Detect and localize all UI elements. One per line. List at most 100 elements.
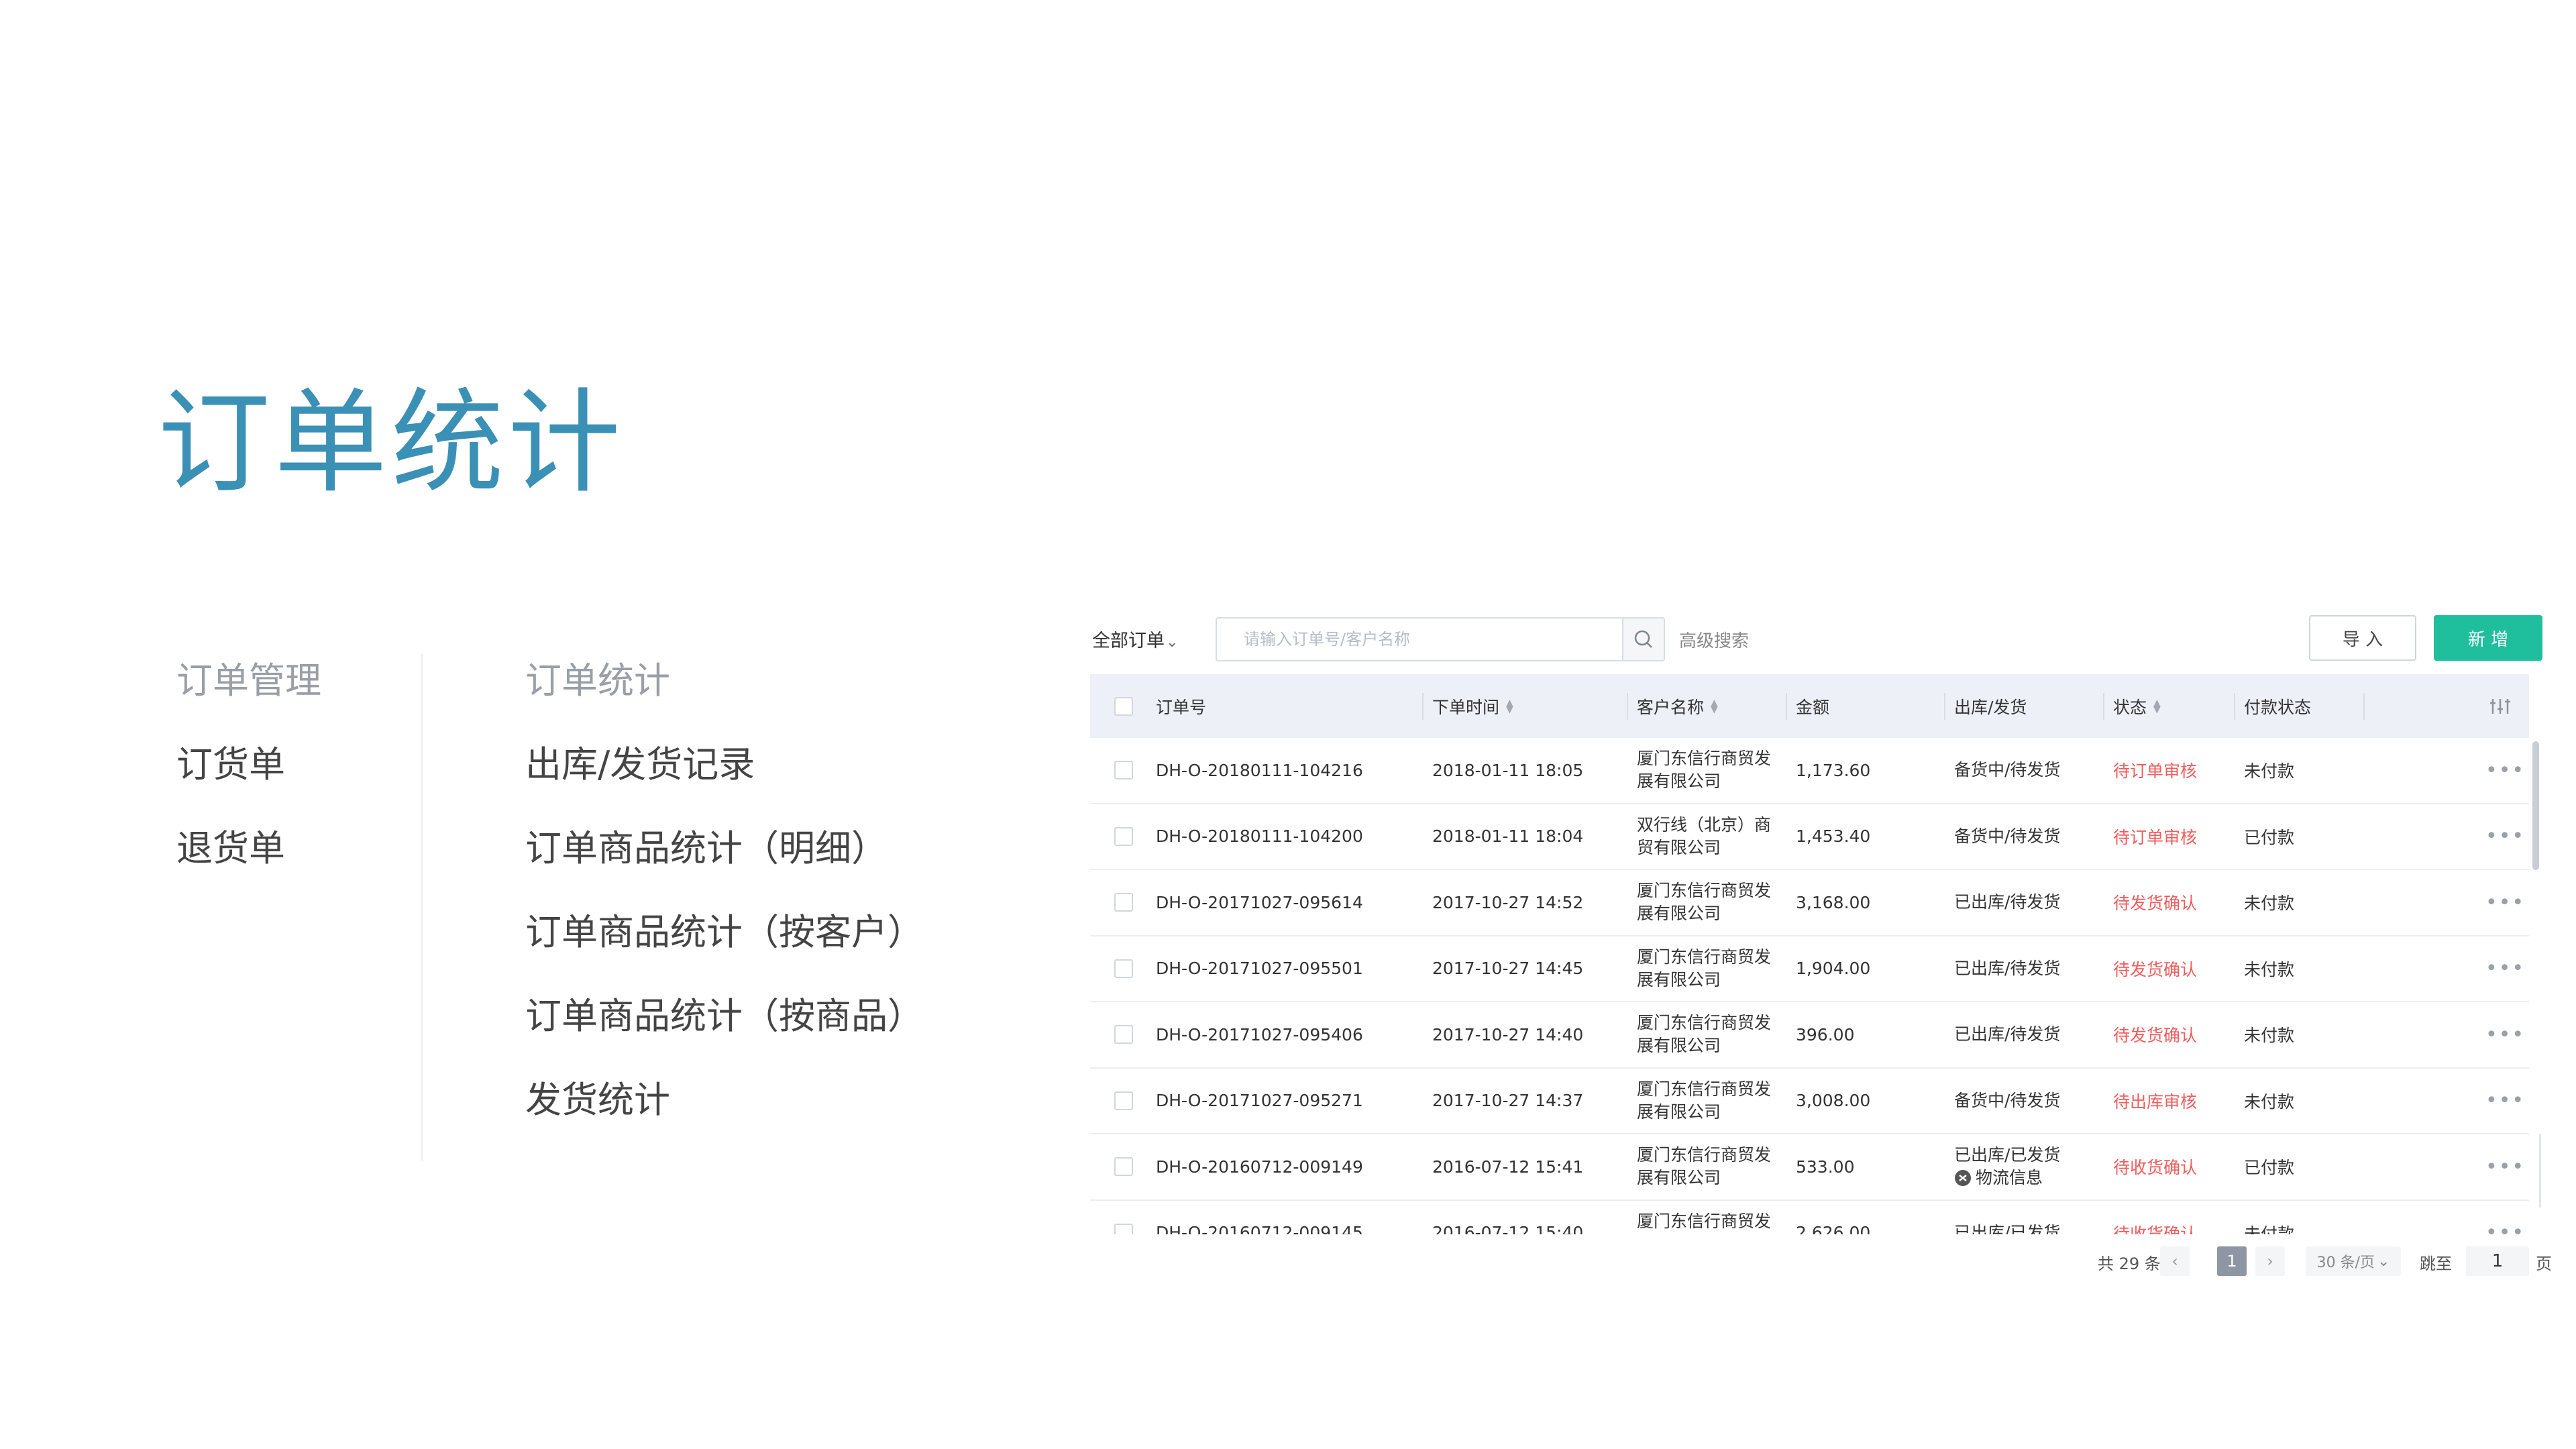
page-size-select[interactable]: 30 条/页 ⌄	[2306, 1246, 2401, 1276]
row-checkbox[interactable]	[1114, 1025, 1133, 1044]
order-time-cell: 2017-10-27 14:37	[1432, 1091, 1584, 1111]
shipping-status: 备货中/待发货	[1954, 1090, 2061, 1110]
nav-item-secondary-2[interactable]: 订单商品统计（明细）	[525, 828, 924, 869]
amount-cell: 1,173.60	[1796, 760, 1871, 780]
chevron-right-icon: ›	[2267, 1252, 2273, 1271]
add-order-button[interactable]: 新 增	[2434, 615, 2542, 661]
row-checkbox[interactable]	[1114, 893, 1133, 912]
order-time-cell: 2018-01-11 18:04	[1432, 826, 1584, 847]
nav-column-primary: 订单管理订货单退货单	[176, 661, 321, 912]
row-checkbox[interactable]	[1114, 1223, 1133, 1234]
customer-cell: 厦门东信行商贸发展有限公司	[1637, 1134, 1781, 1199]
order-filter-dropdown[interactable]: 全部订单⌄	[1092, 626, 1178, 652]
sort-icon[interactable]: ▲ ▼	[1711, 698, 1718, 714]
amount-cell: 3,168.00	[1796, 892, 1871, 912]
advanced-search-link[interactable]: 高级搜索	[1679, 627, 1749, 652]
more-actions-icon[interactable]: •••	[2485, 804, 2525, 869]
order-table: 订单号 下单时间 ▲ ▼ 客户名称 ▲ ▼ 金额 出库/发货 状态 ▲ ▼ 付款状态 DH-…	[1090, 674, 2542, 1234]
column-separator	[1422, 693, 1424, 720]
more-actions-icon[interactable]: •••	[2485, 1201, 2525, 1234]
page-size-label: 30 条/页	[2316, 1254, 2375, 1271]
row-checkbox[interactable]	[1114, 959, 1133, 978]
customer-cell: 厦门东信行商贸发展有限公司	[1637, 870, 1781, 935]
payment-status-cell: 未付款	[2244, 959, 2295, 979]
customer-name: 厦门东信行商贸发展有限公司	[1637, 947, 1772, 989]
search-input[interactable]	[1217, 619, 1619, 660]
row-checkbox[interactable]	[1114, 826, 1133, 846]
shipping-status: 已出库/已发货	[1954, 1145, 2061, 1165]
nav-item-secondary-0[interactable]: 订单统计	[525, 661, 924, 701]
row-select-cell	[1114, 1002, 1133, 1067]
order-no-cell[interactable]: DH-O-20160712-009149	[1156, 1134, 1363, 1199]
scrollbar-thumb[interactable]	[2532, 741, 2539, 870]
nav-item-primary-0[interactable]: 订单管理	[176, 661, 321, 701]
row-select-cell	[1114, 1134, 1133, 1199]
status-badge: 待出库审核	[2113, 1091, 2198, 1112]
customer-cell: 厦门东信行商贸发展有限公司	[1637, 738, 1781, 803]
amount-cell: 533.00	[1796, 1157, 1855, 1177]
customer-name: 厦门东信行商贸发展有限公司	[1637, 1211, 1772, 1234]
table-row[interactable]: DH-O-20180111-104216 2018-01-11 18:05 厦门东信…	[1090, 738, 2529, 804]
column-header-customer[interactable]: 客户名称 ▲ ▼	[1637, 674, 1718, 738]
table-row[interactable]: DH-O-20160712-009145 2016-07-12 15:40 厦门东信…	[1090, 1200, 2529, 1234]
toolbar: 全部订单⌄ 高级搜索 导 入 新 增	[1090, 607, 2542, 667]
nav-item-primary-2[interactable]: 退货单	[176, 828, 321, 869]
more-actions-icon[interactable]: •••	[2485, 936, 2525, 1002]
status-badge: 待订单审核	[2113, 827, 2198, 847]
chevron-left-icon: ‹	[2171, 1252, 2178, 1271]
more-actions-icon[interactable]: •••	[2485, 870, 2525, 935]
table-row[interactable]: DH-O-20171027-095271 2017-10-27 14:37 厦门东信…	[1090, 1068, 2529, 1134]
more-actions-icon[interactable]: •••	[2485, 738, 2525, 803]
row-checkbox[interactable]	[1114, 761, 1133, 780]
prev-page-button[interactable]: ‹	[2160, 1246, 2190, 1276]
column-header-payment: 付款状态	[2244, 697, 2312, 717]
next-page-button[interactable]: ›	[2255, 1246, 2285, 1276]
order-no-cell[interactable]: DH-O-20180111-104200	[1156, 804, 1363, 869]
status-badge: 待发货确认	[2113, 894, 2198, 914]
sort-icon[interactable]: ▲ ▼	[2153, 698, 2161, 714]
table-row[interactable]: DH-O-20171027-095406 2017-10-27 14:40 厦门东信…	[1090, 1002, 2529, 1069]
shipping-status: 备货中/待发货	[1954, 760, 2061, 780]
column-header-status[interactable]: 状态 ▲ ▼	[2113, 674, 2161, 738]
row-checkbox[interactable]	[1114, 1091, 1133, 1110]
page-button-current[interactable]: 1	[2217, 1246, 2247, 1276]
row-select-cell	[1114, 1069, 1133, 1134]
nav-item-primary-1[interactable]: 订货单	[176, 745, 321, 785]
column-separator	[2363, 693, 2365, 720]
nav-item-secondary-1[interactable]: 出库/发货记录	[525, 745, 924, 785]
nav-item-secondary-5[interactable]: 发货统计	[525, 1080, 924, 1120]
order-no-cell[interactable]: DH-O-20171027-095271	[1156, 1069, 1363, 1134]
customer-name: 厦门东信行商贸发展有限公司	[1637, 1145, 1772, 1188]
pagination: 共 29 条 ‹ 1 › 30 条/页⌄ 跳至 页	[1090, 1241, 2552, 1281]
row-select-cell	[1114, 936, 1133, 1002]
order-list-panel: 全部订单⌄ 高级搜索 导 入 新 增 订单号 下单时间▲▼ 客户名称▲▼ 金额 …	[1090, 607, 2552, 1291]
more-actions-icon[interactable]: •••	[2485, 1069, 2525, 1134]
table-row[interactable]: DH-O-20171027-095614 2017-10-27 14:52 厦门东信…	[1090, 870, 2529, 936]
table-header: 订单号 下单时间 ▲ ▼ 客户名称 ▲ ▼ 金额 出库/发货 状态 ▲ ▼ 付款状态	[1090, 674, 2529, 738]
select-all-checkbox[interactable]	[1114, 696, 1133, 716]
nav-item-secondary-4[interactable]: 订单商品统计（按商品）	[525, 996, 924, 1036]
more-actions-icon[interactable]: •••	[2485, 1134, 2525, 1199]
order-no-cell[interactable]: DH-O-20171027-095614	[1156, 870, 1363, 935]
table-row[interactable]: DH-O-20160712-009149 2016-07-12 15:41 厦门东信…	[1090, 1134, 2529, 1201]
order-time-cell: 2017-10-27 14:52	[1432, 892, 1584, 912]
column-separator	[1944, 693, 1945, 720]
table-row[interactable]: DH-O-20171027-095501 2017-10-27 14:45 厦门东信…	[1090, 936, 2529, 1002]
nav-item-secondary-3[interactable]: 订单商品统计（按客户）	[525, 912, 924, 953]
column-header-order-time[interactable]: 下单时间 ▲ ▼	[1432, 674, 1513, 738]
column-settings-button[interactable]	[2489, 674, 2512, 738]
order-no-cell[interactable]: DH-O-20171027-095406	[1156, 1002, 1363, 1067]
order-no-cell[interactable]: DH-O-20160712-009145	[1156, 1201, 1363, 1234]
order-no-cell[interactable]: DH-O-20180111-104216	[1156, 738, 1363, 803]
jump-page-input[interactable]	[2466, 1246, 2529, 1276]
sort-icon[interactable]: ▲ ▼	[1506, 698, 1513, 714]
search-button[interactable]	[1622, 619, 1664, 660]
logistics-info-link[interactable]: 物流信息	[1954, 1167, 2043, 1189]
order-no-cell[interactable]: DH-O-20171027-095501	[1156, 936, 1363, 1002]
select-all-cell	[1114, 674, 1133, 738]
more-actions-icon[interactable]: •••	[2485, 1002, 2525, 1067]
row-checkbox[interactable]	[1114, 1157, 1133, 1177]
table-row[interactable]: DH-O-20180111-104200 2018-01-11 18:04 双行线（…	[1090, 804, 2529, 870]
import-button[interactable]: 导 入	[2309, 615, 2416, 661]
shipping-cell: 已出库/待发货	[1954, 1002, 2060, 1067]
